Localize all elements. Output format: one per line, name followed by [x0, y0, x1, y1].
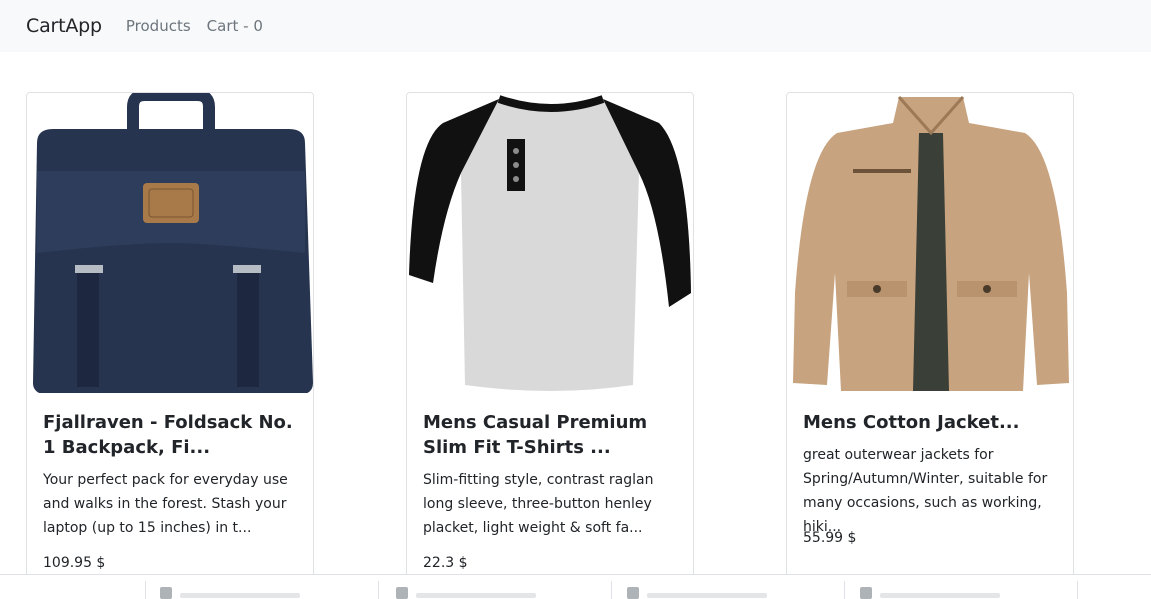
file-icon	[396, 587, 408, 599]
download-item-placeholder	[180, 593, 300, 598]
product-description: Your perfect pack for everyday use and w…	[43, 472, 288, 536]
t-shirt-image	[407, 93, 693, 393]
brand-logo[interactable]: CartApp	[26, 15, 102, 37]
product-card[interactable]: Mens Casual Premium Slim Fit T-Shirts ..…	[406, 92, 694, 592]
navbar: CartApp Products Cart - 0	[0, 0, 1151, 52]
download-item-placeholder	[647, 593, 767, 598]
download-item[interactable]	[844, 581, 845, 599]
product-card-body: Fjallraven - Foldsack No. 1 Backpack, Fi…	[27, 393, 313, 575]
product-description: great outerwear jackets for Spring/Autum…	[803, 447, 1048, 535]
product-card[interactable]: Mens Cotton Jacket... great outerwear ja…	[786, 92, 1074, 592]
product-image[interactable]	[787, 93, 1073, 393]
download-item[interactable]	[145, 581, 146, 599]
product-image[interactable]	[407, 93, 693, 393]
file-icon	[860, 587, 872, 599]
product-price: 55.99 $	[803, 530, 857, 546]
download-bar	[0, 574, 1151, 599]
download-item[interactable]	[611, 581, 612, 599]
download-item-placeholder	[880, 593, 1000, 598]
product-card-body: Mens Cotton Jacket... great outerwear ja…	[787, 393, 1073, 550]
nav-link-products[interactable]: Products	[126, 17, 191, 35]
file-icon	[160, 587, 172, 599]
product-card-body: Mens Casual Premium Slim Fit T-Shirts ..…	[407, 393, 693, 575]
product-image[interactable]	[27, 93, 313, 393]
download-item-placeholder	[416, 593, 536, 598]
product-title[interactable]: Mens Cotton Jacket...	[803, 410, 1057, 435]
product-price: 22.3 $	[423, 555, 468, 571]
file-icon	[627, 587, 639, 599]
product-price: 109.95 $	[43, 555, 106, 571]
backpack-image	[27, 93, 313, 393]
download-item[interactable]	[1077, 581, 1078, 599]
nav-link-cart[interactable]: Cart - 0	[207, 17, 263, 35]
product-grid: Fjallraven - Foldsack No. 1 Backpack, Fi…	[0, 92, 1151, 592]
product-title[interactable]: Fjallraven - Foldsack No. 1 Backpack, Fi…	[43, 410, 297, 460]
product-card[interactable]: Fjallraven - Foldsack No. 1 Backpack, Fi…	[26, 92, 314, 592]
product-description: Slim-fitting style, contrast raglan long…	[423, 472, 654, 536]
jacket-image	[787, 93, 1073, 393]
download-item[interactable]	[378, 581, 379, 599]
product-title[interactable]: Mens Casual Premium Slim Fit T-Shirts ..…	[423, 410, 677, 460]
